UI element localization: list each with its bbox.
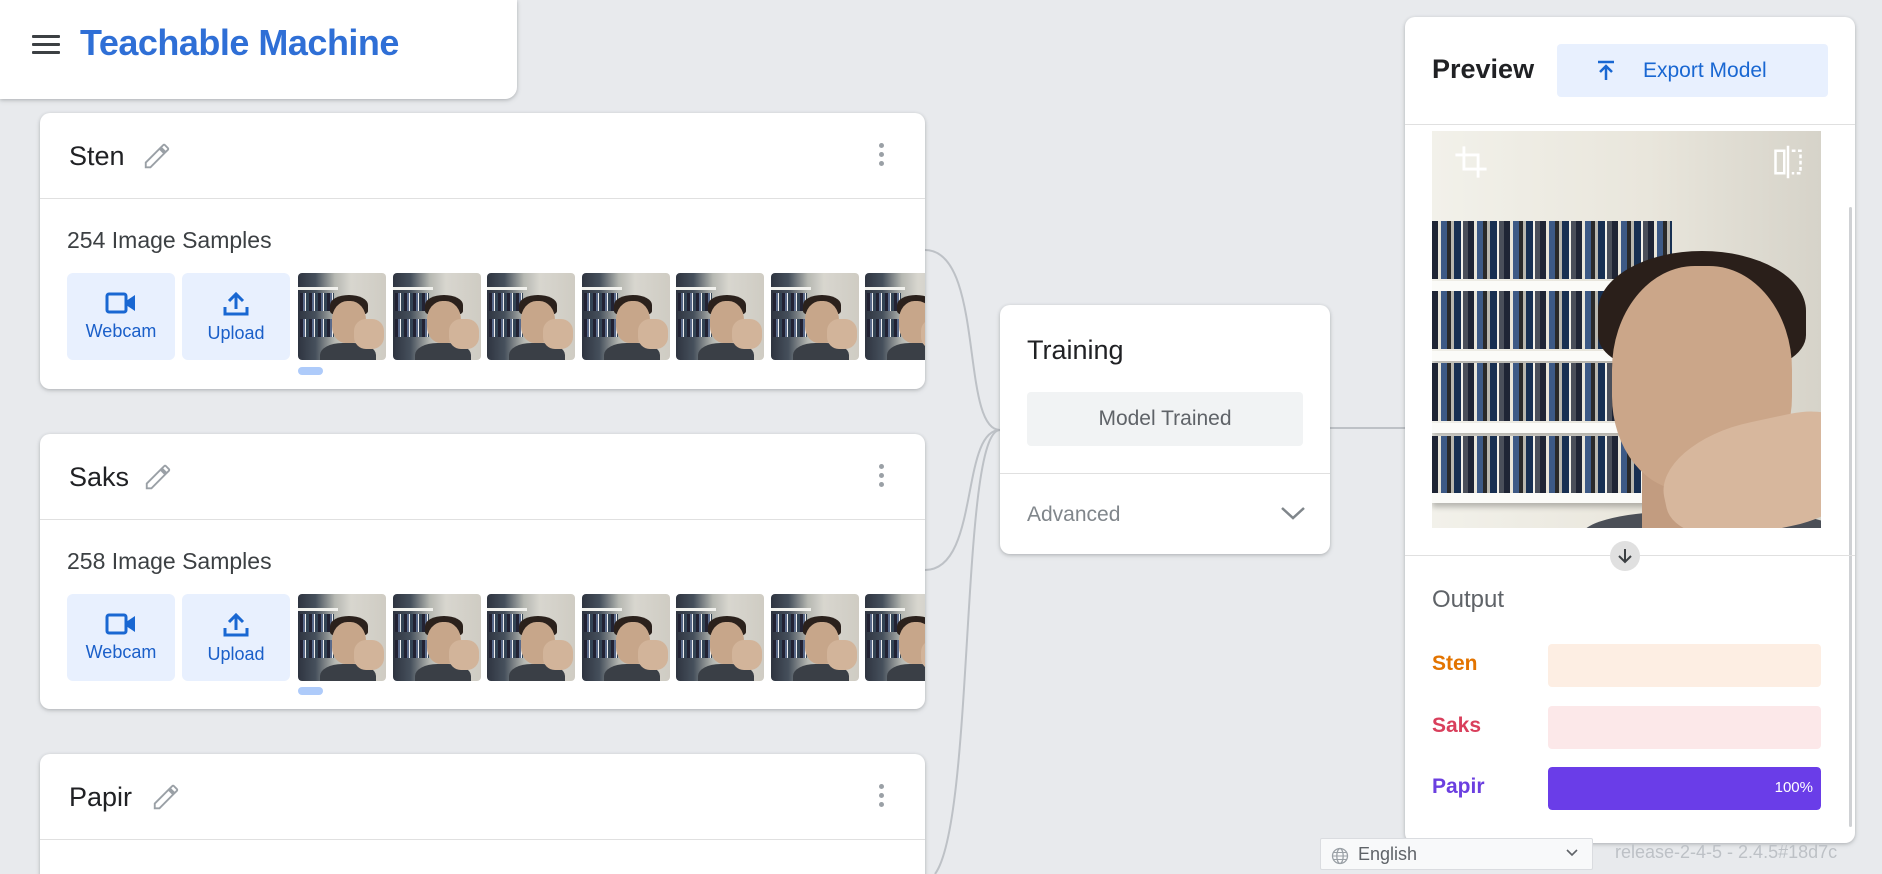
train-model-button[interactable]: Model Trained [1027,392,1303,446]
menu-icon[interactable] [31,33,61,55]
sample-thumbnail[interactable] [393,273,481,360]
edit-pencil-icon[interactable] [151,782,181,812]
edit-pencil-icon[interactable] [142,141,172,171]
output-bar-papir: 100% [1548,767,1821,810]
webcam-button[interactable]: Webcam [67,273,175,360]
webcam-preview [1432,131,1821,528]
webcam-label: Webcam [85,321,157,341]
output-bar-saks [1548,706,1821,749]
arrow-down-icon[interactable] [1610,541,1640,571]
export-upload-icon [1598,60,1614,80]
output-label-papir: Papir [1432,775,1485,798]
app-title[interactable]: Teachable Machine [80,22,399,64]
sample-thumbnail[interactable] [393,594,481,681]
upload-label: Upload [207,644,265,664]
output-label-sten: Sten [1432,652,1478,675]
upload-button[interactable]: Upload [182,273,290,360]
upload-button[interactable]: Upload [182,594,290,681]
output-title: Output [1432,586,1505,613]
thumbnail-scrollbar[interactable] [298,687,323,695]
sample-thumbnail[interactable] [676,594,764,681]
advanced-toggle[interactable]: Advanced [1027,503,1120,527]
upload-icon [223,612,249,637]
output-label-saks: Saks [1432,714,1482,737]
webcam-label: Webcam [85,642,157,662]
webcam-button[interactable]: Webcam [67,594,175,681]
sample-thumbnail[interactable] [487,594,575,681]
class-card-header: Sten [40,113,925,199]
preview-title: Preview [1432,54,1535,84]
sample-thumbnail[interactable] [771,594,859,681]
videocam-icon [105,613,135,635]
sample-thumbnail[interactable] [771,273,859,360]
training-title: Training [1027,335,1124,365]
sample-thumbnail[interactable] [298,273,386,360]
upload-label: Upload [207,323,265,343]
sample-count: 258 Image Samples [67,548,272,574]
crop-icon[interactable] [1454,145,1488,179]
class-name[interactable]: Saks [69,462,129,493]
sample-thumbnail[interactable] [298,594,386,681]
flip-icon[interactable] [1773,145,1803,179]
sample-count: 254 Image Samples [67,227,272,253]
preview-panel: Preview Export Model Output Sten Saks Pa… [1405,17,1855,843]
chevron-down-icon [1566,849,1578,857]
app-header: Teachable Machine [0,0,517,99]
class-card-header: Saks [40,434,925,520]
language-value: English [1358,844,1418,864]
sample-thumbnail[interactable] [582,273,670,360]
chevron-down-icon[interactable] [1280,505,1306,521]
class-card-papir: Papir [40,754,925,874]
sample-thumbnail[interactable] [487,273,575,360]
preview-scrollbar[interactable] [1849,207,1852,827]
output-percent: 100% [1774,779,1813,796]
language-select[interactable]: English [1320,838,1593,870]
globe-icon [1331,847,1349,865]
divider [1000,473,1330,474]
more-vert-icon[interactable] [877,464,885,492]
version-label: release-2-4-5 - 2.4.5#18d7c [1615,842,1838,862]
class-card-sten: Sten 254 Image Samples Webcam Upload [40,113,925,389]
more-vert-icon[interactable] [877,784,885,812]
class-name[interactable]: Sten [69,141,125,172]
class-card-header: Papir [40,754,925,840]
more-vert-icon[interactable] [877,143,885,171]
output-bar-sten [1548,644,1821,687]
sample-thumbnail[interactable] [865,594,925,681]
sample-thumbnail[interactable] [582,594,670,681]
edit-pencil-icon[interactable] [143,462,173,492]
upload-icon [223,291,249,316]
videocam-icon [105,292,135,314]
sample-thumbnail[interactable] [865,273,925,360]
export-model-label: Export Model [1643,58,1767,82]
class-name[interactable]: Papir [69,782,132,813]
class-card-saks: Saks 258 Image Samples Webcam Upload [40,434,925,709]
sample-thumbnail[interactable] [676,273,764,360]
thumbnail-scrollbar[interactable] [298,367,323,375]
divider [1405,124,1855,125]
training-panel: Training Model Trained Advanced [1000,305,1330,554]
export-model-button[interactable]: Export Model [1557,44,1828,97]
